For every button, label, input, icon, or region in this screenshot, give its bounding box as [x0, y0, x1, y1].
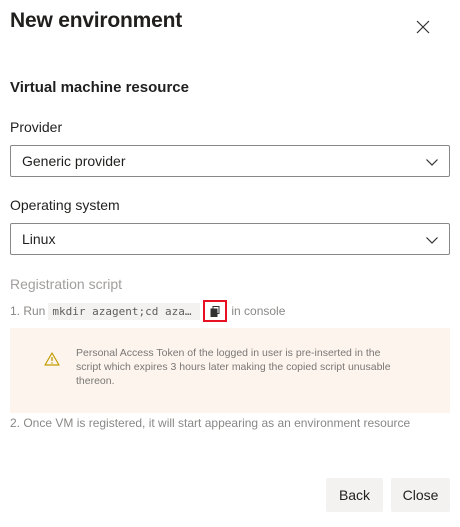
step1-suffix: in console	[231, 304, 286, 318]
panel-title: New environment	[10, 9, 183, 32]
copy-icon	[210, 305, 220, 317]
os-dropdown[interactable]: Linux	[10, 223, 450, 255]
chevron-down-icon	[426, 237, 438, 244]
back-button[interactable]: Back	[326, 478, 383, 512]
provider-label: Provider	[10, 119, 63, 135]
close-icon	[416, 20, 430, 34]
new-environment-panel: New environment Virtual machine resource…	[0, 0, 460, 527]
step1-prefix: 1. Run	[10, 304, 46, 318]
close-button[interactable]	[409, 13, 437, 41]
warning-icon	[44, 352, 60, 366]
provider-dropdown[interactable]: Generic provider	[10, 145, 450, 177]
os-value: Linux	[22, 231, 56, 247]
close-dialog-button[interactable]: Close	[391, 478, 450, 512]
registration-step-2: 2. Once VM is registered, it will start …	[10, 416, 411, 430]
chevron-down-icon	[426, 159, 438, 166]
warning-text: Personal Access Token of the logged in u…	[76, 347, 391, 387]
section-title: Virtual machine resource	[10, 79, 189, 96]
registration-step-1: 1. Run mkdir azagent;cd azagent… in cons…	[10, 299, 285, 323]
provider-value: Generic provider	[22, 153, 126, 169]
copy-script-button[interactable]	[203, 300, 228, 322]
pat-warning-banner: Personal Access Token of the logged in u…	[10, 328, 450, 413]
script-code: mkdir azagent;cd azagent…	[48, 302, 201, 320]
registration-script-label: Registration script	[10, 276, 123, 292]
os-label: Operating system	[10, 197, 120, 213]
